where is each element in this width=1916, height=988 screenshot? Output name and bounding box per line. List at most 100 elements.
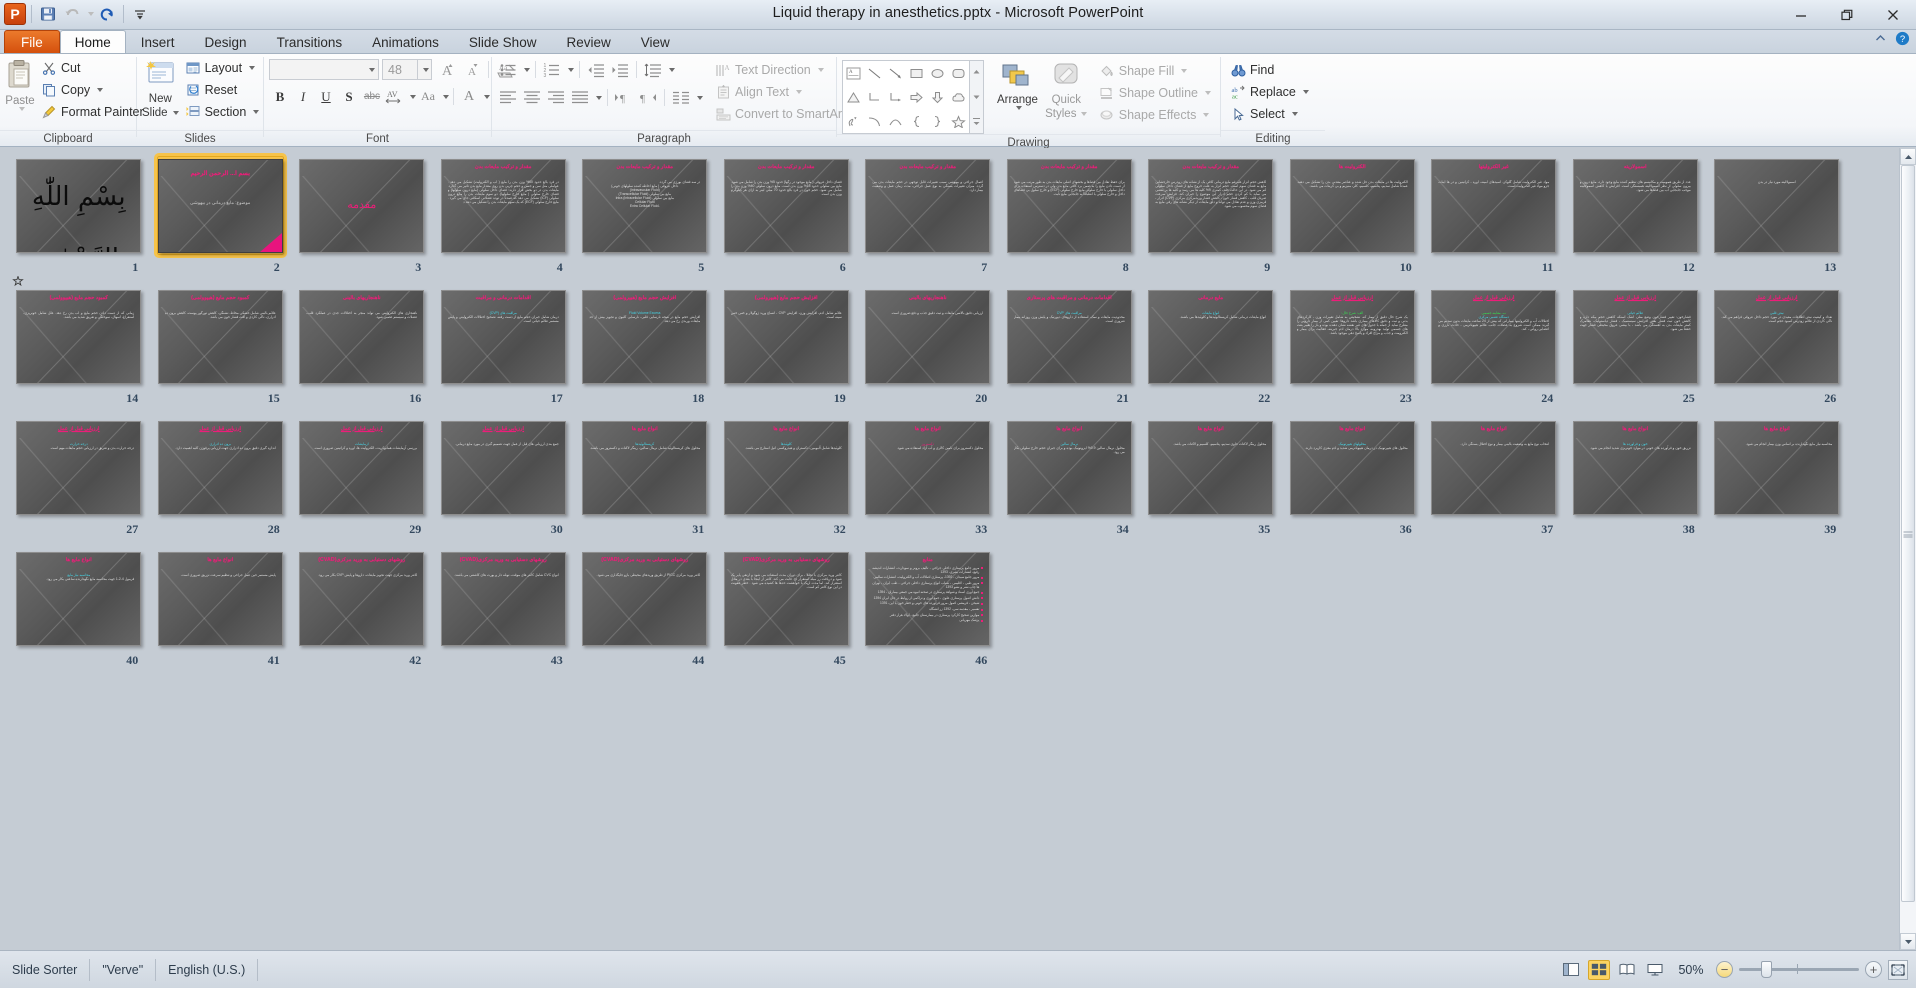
slide-thumbnail-6[interactable]: مقدار و ترکیب مایعات بدن فضای داخل عروقی … [716,156,858,287]
shape-fill-button[interactable]: Shape Fill [1095,60,1215,82]
slide-canvas[interactable]: ارزیابی قبل از عمل نبض قلبی تعداد و کیفیت … [1714,289,1840,384]
slide-thumbnail-frame[interactable]: بِسْمِ اللّٰهِ الرَّحْمٰنِ الرَّحِيمِ [15,156,142,255]
slide-canvas[interactable]: ارزیابی قبل از عمل درجه حرارت درجه حرارت ب… [16,420,142,515]
italic-button[interactable]: I [292,86,314,107]
shape-oval-icon[interactable] [927,61,948,85]
slide-canvas[interactable]: مقدار و ترکیب مایعات بدن اعمال جراحی و بی… [865,158,991,253]
slide-thumbnail-frame[interactable]: ارزیابی قبل از عمل درجه حرارت درجه حرارت ب… [15,418,142,517]
slide-thumbnail-frame[interactable]: مایع درمانی انواع مایعات انواع مایعات درما… [1147,287,1274,386]
slide-thumbnail-11[interactable]: غیر الکترولیتها مواد غیر الکترولیت شامل گ… [1423,156,1565,287]
slide-thumbnail-27[interactable]: ارزیابی قبل از عمل درجه حرارت درجه حرارت ب… [8,418,150,549]
slide-thumbnail-23[interactable]: ارزیابی قبل از عمل الف: شرح حال: یک شرح حا… [1282,287,1424,418]
slide-thumbnail-frame[interactable]: انواع مایع ها نرمال سالین محلول نرمال سالی… [1006,418,1133,517]
slide-canvas[interactable]: روشهای دستیابی به ورید مرکزی(CVAD) کاتتر … [582,551,708,646]
view-normal-button[interactable] [1560,960,1582,980]
shape-right-arrow-icon[interactable] [906,85,927,109]
shape-effects-dropdown-icon[interactable] [1203,113,1210,117]
shape-fill-dropdown-icon[interactable] [1181,69,1188,73]
shape-curve-icon[interactable] [864,109,885,133]
slide-canvas[interactable]: ارزیابی قبل از عمل ب- معاینه جسمی دستگاه ع… [1431,289,1557,384]
slide-canvas[interactable]: اقدامات درمانی و مراقبت مراقبت های (CVP) د… [440,289,566,384]
slide-thumbnail-frame[interactable]: اقدامات درمانی و مراقبت مراقبت های (CVP) د… [440,287,567,386]
slide-thumbnail-frame[interactable]: ناهنجاریهای بالینی ناهنجاری های الکترولیت… [298,287,425,386]
slide-thumbnail-frame[interactable]: ارزیابی قبل از عمل جمع بندی ارزیابی های ق… [440,418,567,517]
slide-thumbnail-frame[interactable]: افزایش حجم مایع (هیپرولمی) Fluid Volume E… [581,287,708,386]
slide-thumbnail-frame[interactable]: انواع مایع ها محلول رینگر لاکتات حاوی سدی… [1147,418,1274,517]
slide-canvas[interactable]: کمبود حجم مایع (هیپوولمی) علائم بالینی شا… [157,289,283,384]
slide-canvas[interactable]: اقدامات درمانی و مراقبت های پرستاری مراقب… [1006,289,1132,384]
slide-thumbnail-28[interactable]: ارزیابی قبل از عمل برون ده ادراری اندازه گ… [150,418,292,549]
slide-canvas[interactable]: روشهای دستیابی به ورید مرکزی(CVAD) کاتتر … [723,551,849,646]
slide-thumbnail-18[interactable]: افزایش حجم مایع (هیپرولمی) Fluid Volume E… [574,287,716,418]
layout-dropdown-icon[interactable] [249,66,256,70]
slide-thumbnail-35[interactable]: انواع مایع ها محلول رینگر لاکتات حاوی سدی… [1140,418,1282,549]
zoom-in-button[interactable]: + [1865,961,1882,978]
slide-thumbnail-frame[interactable]: ارزیابی قبل از عمل نبض قلبی تعداد و کیفیت … [1713,287,1840,386]
numbering-dropdown-icon[interactable] [568,67,574,72]
slide-thumbnail-frame[interactable]: انواع مایع ها خون و فرآورده ها تزریق خون و… [1572,418,1699,517]
slide-thumbnail-19[interactable]: افزایش حجم مایع (هیپرولمی) علائم شامل ادم… [716,287,858,418]
section-button[interactable]: Section [181,101,264,123]
shape-down-arrow-icon[interactable] [927,85,948,109]
slide-thumbnail-frame[interactable]: انواع مایع ها محلولهای هیپرتونیک محلول های… [1289,418,1416,517]
cut-button[interactable]: Cut [37,57,148,79]
font-size-dropdown-icon[interactable] [418,59,432,80]
shape-scribble-icon[interactable] [843,109,864,133]
slide-thumbnail-frame[interactable]: انواع مایع ها پایش مستمر حین عمل جراحی و … [157,549,284,648]
slide-thumbnail-41[interactable]: انواع مایع ها پایش مستمر حین عمل جراحی و … [150,549,292,680]
status-theme-name[interactable]: "Verve" [90,958,157,981]
slide-thumbnail-frame[interactable]: مقدار و ترکیب مایعات بدن در سه فضای بورژی… [581,156,708,255]
slide-thumbnail-frame[interactable]: مقدار و ترکیب مایعات بدن فضای داخل عروقی … [723,156,850,255]
slide-thumbnail-24[interactable]: ارزیابی قبل از عمل ب- معاینه جسمی دستگاه ع… [1423,287,1565,418]
slide-thumbnail-4[interactable]: مقدار و ترکیب مایعات بدن در فرد بالغ حدود… [433,156,575,287]
slide-canvas[interactable]: افزایش حجم مایع (هیپرولمی) علائم شامل ادم… [723,289,849,384]
align-right-button[interactable] [545,87,567,108]
slide-thumbnail-36[interactable]: انواع مایع ها محلولهای هیپرتونیک محلول های… [1282,418,1424,549]
arrange-button[interactable]: Arrange [995,60,1040,110]
slide-thumbnail-22[interactable]: مایع درمانی انواع مایعات انواع مایعات درما… [1140,287,1282,418]
slide-thumbnail-frame[interactable]: کمبود حجم مایع (هیپوولمی) علائم بالینی شا… [157,287,284,386]
tab-slide-show[interactable]: Slide Show [454,30,552,53]
copy-dropdown-icon[interactable] [97,88,104,92]
slide-canvas[interactable]: ارزیابی قبل از عمل جمع بندی ارزیابی های ق… [440,420,566,515]
slide-thumbnail-46[interactable]: منابع مرور جامع پرستاری داخلی جراحی ، تال… [857,549,999,680]
tab-review[interactable]: Review [551,30,625,53]
help-icon[interactable]: ? [1895,31,1910,51]
copy-button[interactable]: Copy [37,79,148,101]
shrink-font-button[interactable]: A [460,59,482,80]
slide-thumbnail-frame[interactable]: مقدار و ترکیب مایعات بدن اعمال جراحی و بی… [864,156,991,255]
shape-effects-button[interactable]: Shape Effects [1095,104,1215,126]
status-language[interactable]: English (U.S.) [156,958,259,981]
slide-thumbnail-frame[interactable]: بسم ا... الرحمن الرحیم موضوع: مایع درمانی… [153,153,287,258]
shape-right-brace-icon[interactable] [927,109,948,133]
select-dropdown-icon[interactable] [1291,112,1298,116]
section-dropdown-icon[interactable] [253,110,260,114]
slide-thumbnail-42[interactable]: روشهای دستیابی به ورید مرکزی(CVAD) کاتتر … [291,549,433,680]
slide-thumbnail-frame[interactable]: مقدمه [298,156,425,255]
format-painter-button[interactable]: Format Painter [37,101,148,123]
animation-star-icon[interactable] [12,274,24,287]
quick-styles-button[interactable]: Quick Styles [1044,60,1089,120]
slide-canvas[interactable]: ارزیابی قبل از عمل برون ده ادراری اندازه گ… [157,420,283,515]
replace-button[interactable]: ab ac Replace [1226,81,1313,103]
slide-thumbnail-20[interactable]: ناهنجاریهای بالینی ارزیابی دقیق بالانس ما… [857,287,999,418]
slide-canvas[interactable]: انواع مایع ها محاسبه نیاز مایع نگهدارنده … [1714,420,1840,515]
layout-button[interactable]: Layout [181,57,264,79]
slide-thumbnail-38[interactable]: انواع مایع ها خون و فرآورده ها تزریق خون و… [1565,418,1707,549]
slide-thumbnail-26[interactable]: ارزیابی قبل از عمل نبض قلبی تعداد و کیفیت … [1706,287,1848,418]
shape-star-icon[interactable] [948,109,969,133]
view-slide-sorter-button[interactable] [1588,959,1610,980]
slide-thumbnail-frame[interactable]: غیر الکترولیتها مواد غیر الکترولیت شامل گ… [1430,156,1557,255]
numbering-button[interactable]: 123 [541,59,563,80]
slide-canvas[interactable]: ناهنجاریهای بالینی ناهنجاری های الکترولیت… [299,289,425,384]
slide-canvas[interactable]: کمبود حجم مایع (هیپوولمی) زمانی که از دست… [16,289,142,384]
shape-line-icon[interactable] [864,61,885,85]
close-icon[interactable] [1870,0,1916,30]
decrease-indent-button[interactable] [585,59,607,80]
slide-canvas[interactable]: بسم ا... الرحمن الرحیم موضوع: مایع درمانی… [157,158,283,253]
slide-thumbnail-12[interactable]: اسمولاریته عدد از طریق همومیت و مکانیسم ه… [1565,156,1707,287]
slide-thumbnail-frame[interactable]: انواع مایع ها محاسبه نیاز مایع نگهدارنده … [1713,418,1840,517]
zoom-slider[interactable] [1739,961,1859,978]
change-case-dropdown-icon[interactable] [443,94,449,99]
slide-thumbnail-14[interactable]: کمبود حجم مایع (هیپوولمی) زمانی که از دست… [8,287,150,418]
